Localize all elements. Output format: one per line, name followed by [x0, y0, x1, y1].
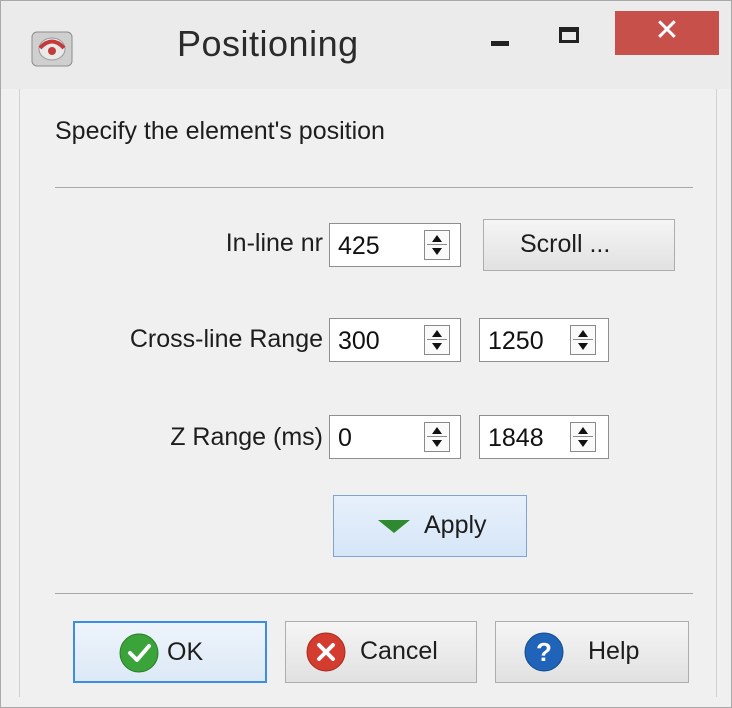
crossline-stop-value[interactable]: 1250 [488, 327, 544, 356]
inline-label: In-line nr [225, 229, 323, 257]
scroll-button[interactable]: Scroll ... [483, 219, 675, 271]
spin-down-icon [578, 440, 588, 447]
zrange-start-stepper[interactable] [424, 422, 450, 452]
crossline-stop-stepper[interactable] [570, 325, 596, 355]
spin-up-icon [432, 330, 442, 337]
positioning-dialog: Positioning ✕ Specify the element's posi… [0, 0, 732, 708]
crossline-start-value[interactable]: 300 [338, 327, 380, 356]
spin-up-icon [432, 427, 442, 434]
cancel-icon [306, 632, 346, 672]
zrange-label: Z Range (ms) [170, 423, 323, 451]
spin-up-icon [578, 330, 588, 337]
spin-down-icon [432, 343, 442, 350]
spin-down-icon [578, 343, 588, 350]
zrange-stop-stepper[interactable] [570, 422, 596, 452]
checkmark-icon [119, 633, 159, 673]
help-button-label: Help [588, 637, 640, 665]
apply-button[interactable]: Apply [333, 495, 527, 557]
minimize-button[interactable] [475, 15, 523, 59]
apply-button-label: Apply [424, 511, 487, 539]
maximize-button[interactable] [547, 15, 595, 59]
crossline-start-stepper[interactable] [424, 325, 450, 355]
ok-button-label: OK [167, 638, 204, 666]
crossline-stop-spinner[interactable]: 1250 [479, 318, 609, 362]
zrange-start-spinner[interactable]: 0 [329, 415, 461, 459]
crossline-label: Cross-line Range [129, 325, 323, 353]
inline-spinner[interactable]: 425 [329, 223, 461, 267]
top-separator [55, 187, 693, 188]
svg-text:?: ? [536, 637, 552, 667]
bottom-separator [55, 593, 693, 594]
close-button[interactable]: ✕ [615, 11, 719, 55]
close-icon: ✕ [654, 14, 680, 47]
spin-down-icon [432, 440, 442, 447]
zrange-stop-value[interactable]: 1848 [488, 424, 544, 453]
inline-stepper-arrows[interactable] [424, 230, 450, 260]
window-title: Positioning [177, 23, 359, 64]
help-icon: ? [524, 632, 564, 672]
app-logo-icon [31, 31, 73, 67]
spin-down-icon [432, 248, 442, 255]
help-button[interactable]: ? Help [495, 621, 689, 683]
arrow-down-icon [378, 520, 410, 533]
spin-up-icon [432, 235, 442, 242]
cancel-button-label: Cancel [360, 637, 438, 665]
zrange-stop-spinner[interactable]: 1848 [479, 415, 609, 459]
inline-value[interactable]: 425 [338, 232, 380, 261]
spin-up-icon [578, 427, 588, 434]
zrange-start-value[interactable]: 0 [338, 424, 352, 453]
dialog-body [19, 89, 717, 697]
dialog-subtitle: Specify the element's position [55, 117, 385, 145]
ok-button[interactable]: OK [73, 621, 267, 683]
crossline-start-spinner[interactable]: 300 [329, 318, 461, 362]
cancel-button[interactable]: Cancel [285, 621, 477, 683]
minimize-icon [491, 41, 509, 46]
scroll-button-label: Scroll ... [520, 230, 611, 258]
title-bar[interactable]: Positioning ✕ [1, 1, 731, 89]
maximize-icon [559, 27, 579, 43]
